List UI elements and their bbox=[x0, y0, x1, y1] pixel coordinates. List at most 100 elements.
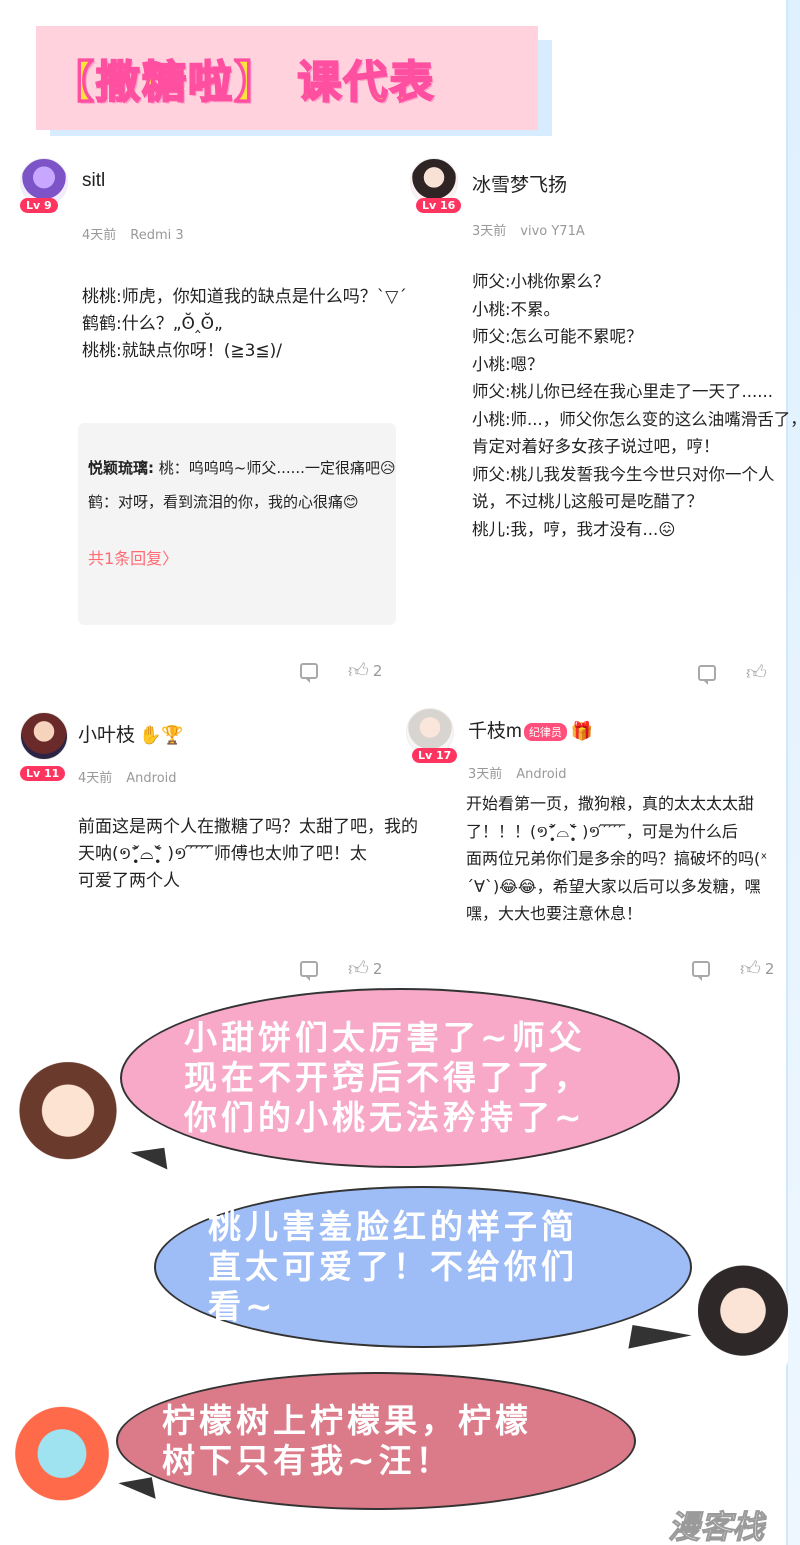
shifu-character-image bbox=[698, 1262, 788, 1370]
device: Android bbox=[126, 771, 177, 786]
comment-actions: 👍︎ bbox=[698, 660, 771, 685]
reply-box[interactable]: 悦颖琉璃: 桃：呜呜呜~师父......一定很痛吧😥 鹤：对呀，看到流泪的你，我… bbox=[78, 423, 396, 625]
bubble-line: 现在不开窍后不得了了， bbox=[184, 1058, 591, 1097]
bubble-line: 树下只有我~汪！ bbox=[162, 1441, 453, 1480]
username[interactable]: 小叶枝 bbox=[78, 725, 135, 746]
bubble-line: 桃儿害羞脸红的样子简 bbox=[208, 1207, 578, 1246]
like-button[interactable]: 👍︎ bbox=[746, 660, 771, 685]
timestamp: 4天前 bbox=[82, 228, 117, 243]
username[interactable]: sitl bbox=[82, 170, 105, 192]
comment-actions: 👍︎ 2 bbox=[300, 956, 382, 981]
comment-button[interactable] bbox=[692, 960, 710, 981]
like-count: 2 bbox=[764, 959, 775, 978]
timestamp: 3天前 bbox=[472, 224, 507, 239]
comment-line: ˊ∀ˋ)😂😂，希望大家以后可以多发糖，嘿 bbox=[466, 876, 761, 896]
level-badge: Lv 11 bbox=[20, 766, 66, 781]
comment-line: 肯定对着好多女孩子说过吧，哼！ bbox=[472, 437, 720, 456]
timestamp: 3天前 bbox=[468, 767, 503, 782]
comment-actions: 👍︎ 2 bbox=[300, 658, 382, 683]
comment-icon bbox=[692, 960, 710, 981]
comment-line: 小桃:不累。 bbox=[472, 299, 561, 319]
bubble-tail bbox=[628, 1324, 692, 1360]
device: vivo Y71A bbox=[520, 224, 585, 239]
edge-stripe bbox=[786, 0, 800, 1545]
comment-icon bbox=[698, 664, 716, 685]
avatar[interactable]: Lv 11 bbox=[20, 712, 68, 788]
comment-line: 嘿，大大也要注意休息！ bbox=[466, 904, 643, 923]
comment-line: 师父:桃儿你已经在我心里走了一天了...... bbox=[472, 382, 774, 401]
speech-bubble-pink: 小甜饼们太厉害了~师父 现在不开窍后不得了了， 你们的小桃无法矜持了~ bbox=[120, 988, 680, 1168]
page-title: 【撒糖啦】 课代表 bbox=[49, 56, 436, 109]
bubble-line: 小甜饼们太厉害了~师父 bbox=[184, 1018, 586, 1057]
comment-line: 师父:怎么可能不累呢？ bbox=[472, 327, 643, 346]
speech-bubble-red: 柠檬树上柠檬果，柠檬 树下只有我~汪！ bbox=[116, 1372, 636, 1510]
bubble-line: 你们的小桃无法矜持了~ bbox=[184, 1098, 586, 1137]
comment-meta: 3天前 vivo Y71A bbox=[472, 220, 585, 239]
comment-text: 前面这是两个人在撒糖了吗？太甜了吧，我的 天呐(១˃̣̣̥᷄⌓˂̣̣̥᷅ )១ … bbox=[78, 814, 418, 895]
comment-line: 小桃:嗯？ bbox=[472, 354, 544, 374]
bubble-tail bbox=[130, 1147, 168, 1175]
like-button[interactable]: 👍︎ 2 bbox=[348, 658, 382, 683]
username[interactable]: 冰雪梦飞扬 bbox=[472, 170, 567, 197]
comment-line: 前面这是两个人在撒糖了吗？太甜了吧，我的 bbox=[78, 817, 418, 837]
comment-line: 师父:桃儿我发誓我今生今世只对你一个人 bbox=[472, 464, 775, 484]
comment-button[interactable] bbox=[300, 662, 318, 683]
avatar[interactable]: Lv 17 bbox=[406, 708, 458, 784]
bubble-tail bbox=[118, 1477, 156, 1505]
thumbs-up-icon: 👍︎ bbox=[348, 956, 369, 980]
bubble-line: 柠檬树上柠檬果，柠檬 bbox=[162, 1401, 532, 1440]
comment-line: 桃儿:我，哼，我才没有...😖 bbox=[472, 519, 676, 539]
medal-icon: 🎁 bbox=[570, 721, 594, 741]
comment-line: 小桃:师...，师父你怎么变的这么油嘴滑舌了， bbox=[472, 409, 800, 429]
medal-icon: ✋🏆 bbox=[139, 725, 184, 745]
role-badge: 纪律员 bbox=[523, 722, 567, 741]
mascot-character-image bbox=[12, 1396, 112, 1516]
comment-icon bbox=[300, 662, 318, 683]
comment-line: 桃桃:师虎，你知道我的缺点是什么吗？`▽´ bbox=[82, 287, 407, 307]
device: Android bbox=[516, 767, 567, 782]
reply-line: 悦颖琉璃: 桃：呜呜呜~师父......一定很痛吧😥 bbox=[88, 451, 396, 485]
comment-meta: 4天前 Android bbox=[78, 767, 177, 786]
like-count: 2 bbox=[372, 661, 383, 680]
level-badge: Lv 9 bbox=[20, 198, 58, 213]
bubble-line: 看~ bbox=[208, 1287, 277, 1326]
avatar-image bbox=[20, 712, 68, 760]
comment-line: 师父:小桃你累么？ bbox=[472, 272, 610, 291]
like-count: 2 bbox=[372, 959, 383, 978]
comment-line: 说，不过桃儿这般可是吃醋了？ bbox=[472, 492, 703, 511]
comment-line: 天呐(១˃̣̣̥᷄⌓˂̣̣̥᷅ )១ ᷇ ᷇ ᷇ ᷇ ᷇师傅也太帅了吧！太 bbox=[78, 844, 367, 864]
bubble-line: 直太可爱了！不给你们 bbox=[208, 1247, 578, 1286]
comment-text: 桃桃:师虎，你知道我的缺点是什么吗？`▽´ 鹤鹤:什么？„ʘ̆‸ʘ̆„ 桃桃:就… bbox=[82, 284, 407, 365]
taotao-character-image bbox=[14, 1062, 122, 1170]
avatar[interactable]: Lv 16 bbox=[410, 158, 462, 234]
comment-button[interactable] bbox=[300, 960, 318, 981]
comment-line: 鹤鹤:什么？„ʘ̆‸ʘ̆„ bbox=[82, 314, 223, 334]
comment-line: 可爱了两个人 bbox=[78, 871, 180, 891]
timestamp: 4天前 bbox=[78, 771, 113, 786]
comment-line: 了！！！(១˃̣̣̥᷄⌓˂̣̣̥᷅ )១ ᷇ ᷇ ᷇ ᷇ ᷇，可是为什么后 bbox=[466, 821, 738, 841]
username-row: 千枝m 纪律员 🎁 bbox=[468, 716, 593, 743]
comment-text: 师父:小桃你累么？ 小桃:不累。 师父:怎么可能不累呢？ 小桃:嗯？ 师父:桃儿… bbox=[472, 268, 800, 543]
reply-author[interactable]: 悦颖琉璃: bbox=[88, 459, 154, 477]
like-button[interactable]: 👍︎ 2 bbox=[348, 956, 382, 981]
comment-meta: 3天前 Android bbox=[468, 763, 567, 782]
reply-line: 鹤：对呀，看到流泪的你，我的心很痛😊 bbox=[88, 493, 359, 511]
username[interactable]: 千枝m bbox=[468, 721, 522, 742]
comment-line: 面两位兄弟你们是多余的吗？搞破坏的吗(ˣ bbox=[466, 849, 768, 868]
comment-button[interactable] bbox=[698, 664, 716, 685]
thumbs-up-icon: 👍︎ bbox=[740, 956, 761, 980]
speech-bubble-blue: 桃儿害羞脸红的样子简 直太可爱了！不给你们 看~ bbox=[154, 1186, 692, 1348]
level-badge: Lv 16 bbox=[416, 198, 462, 213]
view-replies-link[interactable]: 共1条回复〉 bbox=[88, 545, 386, 569]
level-badge: Lv 17 bbox=[412, 748, 458, 763]
comment-text: 开始看第一页，撒狗粮，真的太太太太甜 了！！！(១˃̣̣̥᷄⌓˂̣̣̥᷅ )១ … bbox=[466, 790, 767, 928]
comment-icon bbox=[300, 960, 318, 981]
comment-actions: 👍︎ 2 bbox=[692, 956, 774, 981]
comment-meta: 4天前 Redmi 3 bbox=[82, 224, 184, 243]
like-button[interactable]: 👍︎ 2 bbox=[740, 956, 774, 981]
device: Redmi 3 bbox=[130, 228, 184, 243]
thumbs-up-icon: 👍︎ bbox=[746, 660, 767, 684]
avatar[interactable]: Lv 9 bbox=[20, 158, 68, 234]
comment-line: 开始看第一页，撒狗粮，真的太太太太甜 bbox=[466, 794, 755, 813]
header-box: 【撒糖啦】 课代表 bbox=[36, 26, 538, 130]
